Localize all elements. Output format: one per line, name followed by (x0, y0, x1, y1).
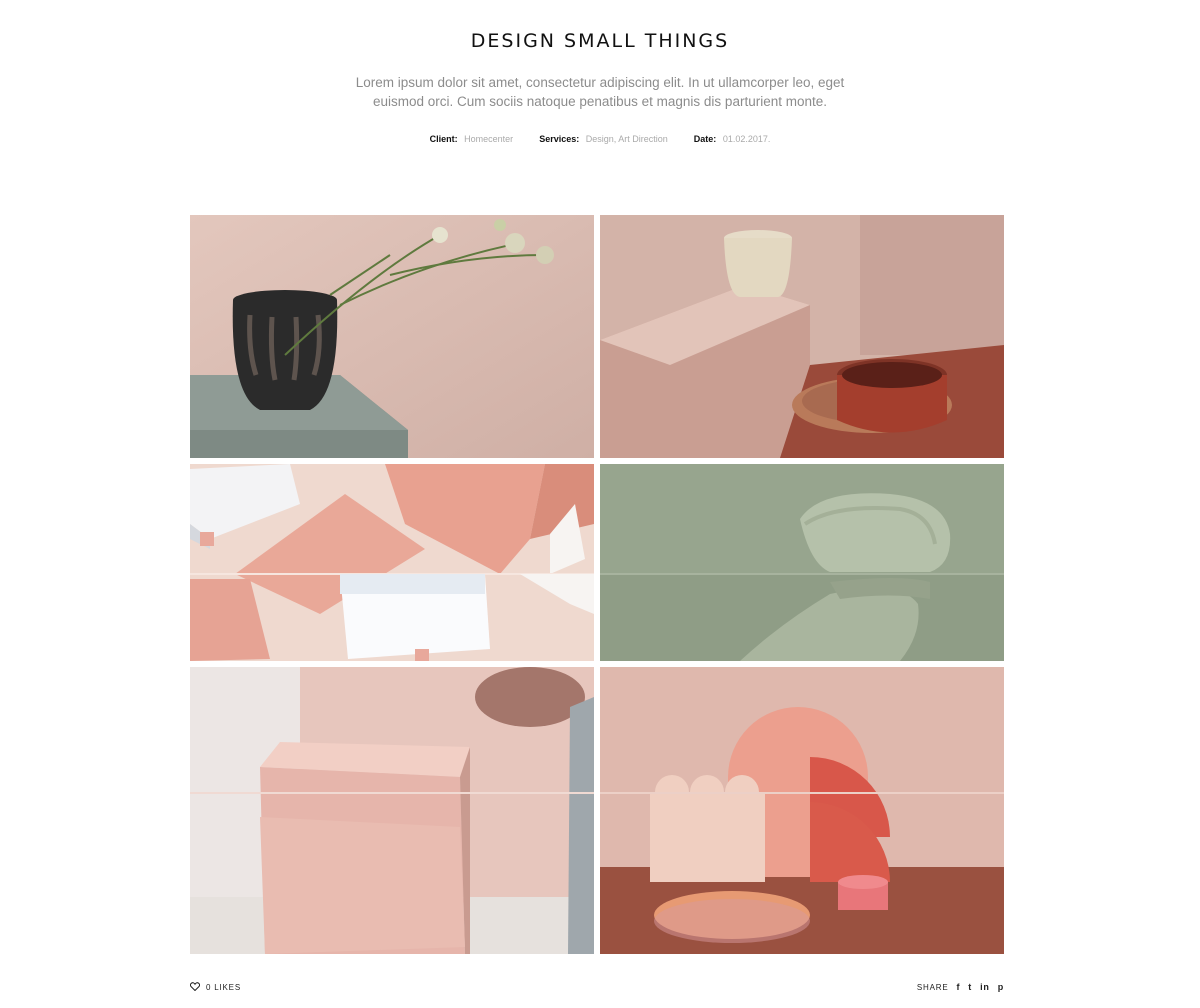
gallery-image-green-chair[interactable] (600, 464, 1004, 661)
share-label: SHARE (916, 982, 949, 992)
project-description: Lorem ipsum dolor sit amet, consectetur … (355, 75, 845, 109)
meta-date-label: Date: (693, 134, 717, 144)
meta-date: Date: 01.02.2017. (694, 134, 771, 144)
project-footer: 0 LIKES SHARE f t in p (189, 982, 1004, 996)
likes[interactable]: 0 LIKES (189, 982, 241, 993)
heart-icon[interactable] (189, 982, 201, 993)
meta-services: Services: Design, Art Direction (539, 134, 668, 144)
gallery-image-pink-shapes[interactable] (600, 667, 1004, 954)
meta-client: Client: Homecenter (430, 134, 514, 144)
gallery-image-pink-boxes[interactable] (190, 464, 594, 661)
meta-date-value: 01.02.2017. (722, 134, 771, 144)
project-meta: Client: Homecenter Services: Design, Art… (0, 134, 1200, 144)
gallery-image-black-vase[interactable] (190, 215, 594, 458)
page-title: DESIGN SMALL THINGS (470, 30, 730, 52)
meta-services-label: Services: (539, 134, 580, 144)
likes-count: 0 LIKES (206, 983, 241, 992)
twitter-icon[interactable]: t (968, 982, 972, 992)
gallery-image-cup-bowls[interactable] (600, 215, 1004, 458)
meta-services-value: Design, Art Direction (585, 134, 668, 144)
meta-client-value: Homecenter (464, 134, 514, 144)
gallery-image-pink-cubes[interactable] (190, 667, 594, 954)
pinterest-icon[interactable]: p (998, 982, 1004, 992)
facebook-icon[interactable]: f (956, 982, 960, 992)
share-bar: SHARE f t in p (917, 982, 1004, 992)
linkedin-icon[interactable]: in (980, 982, 990, 992)
meta-client-label: Client: (429, 134, 458, 144)
